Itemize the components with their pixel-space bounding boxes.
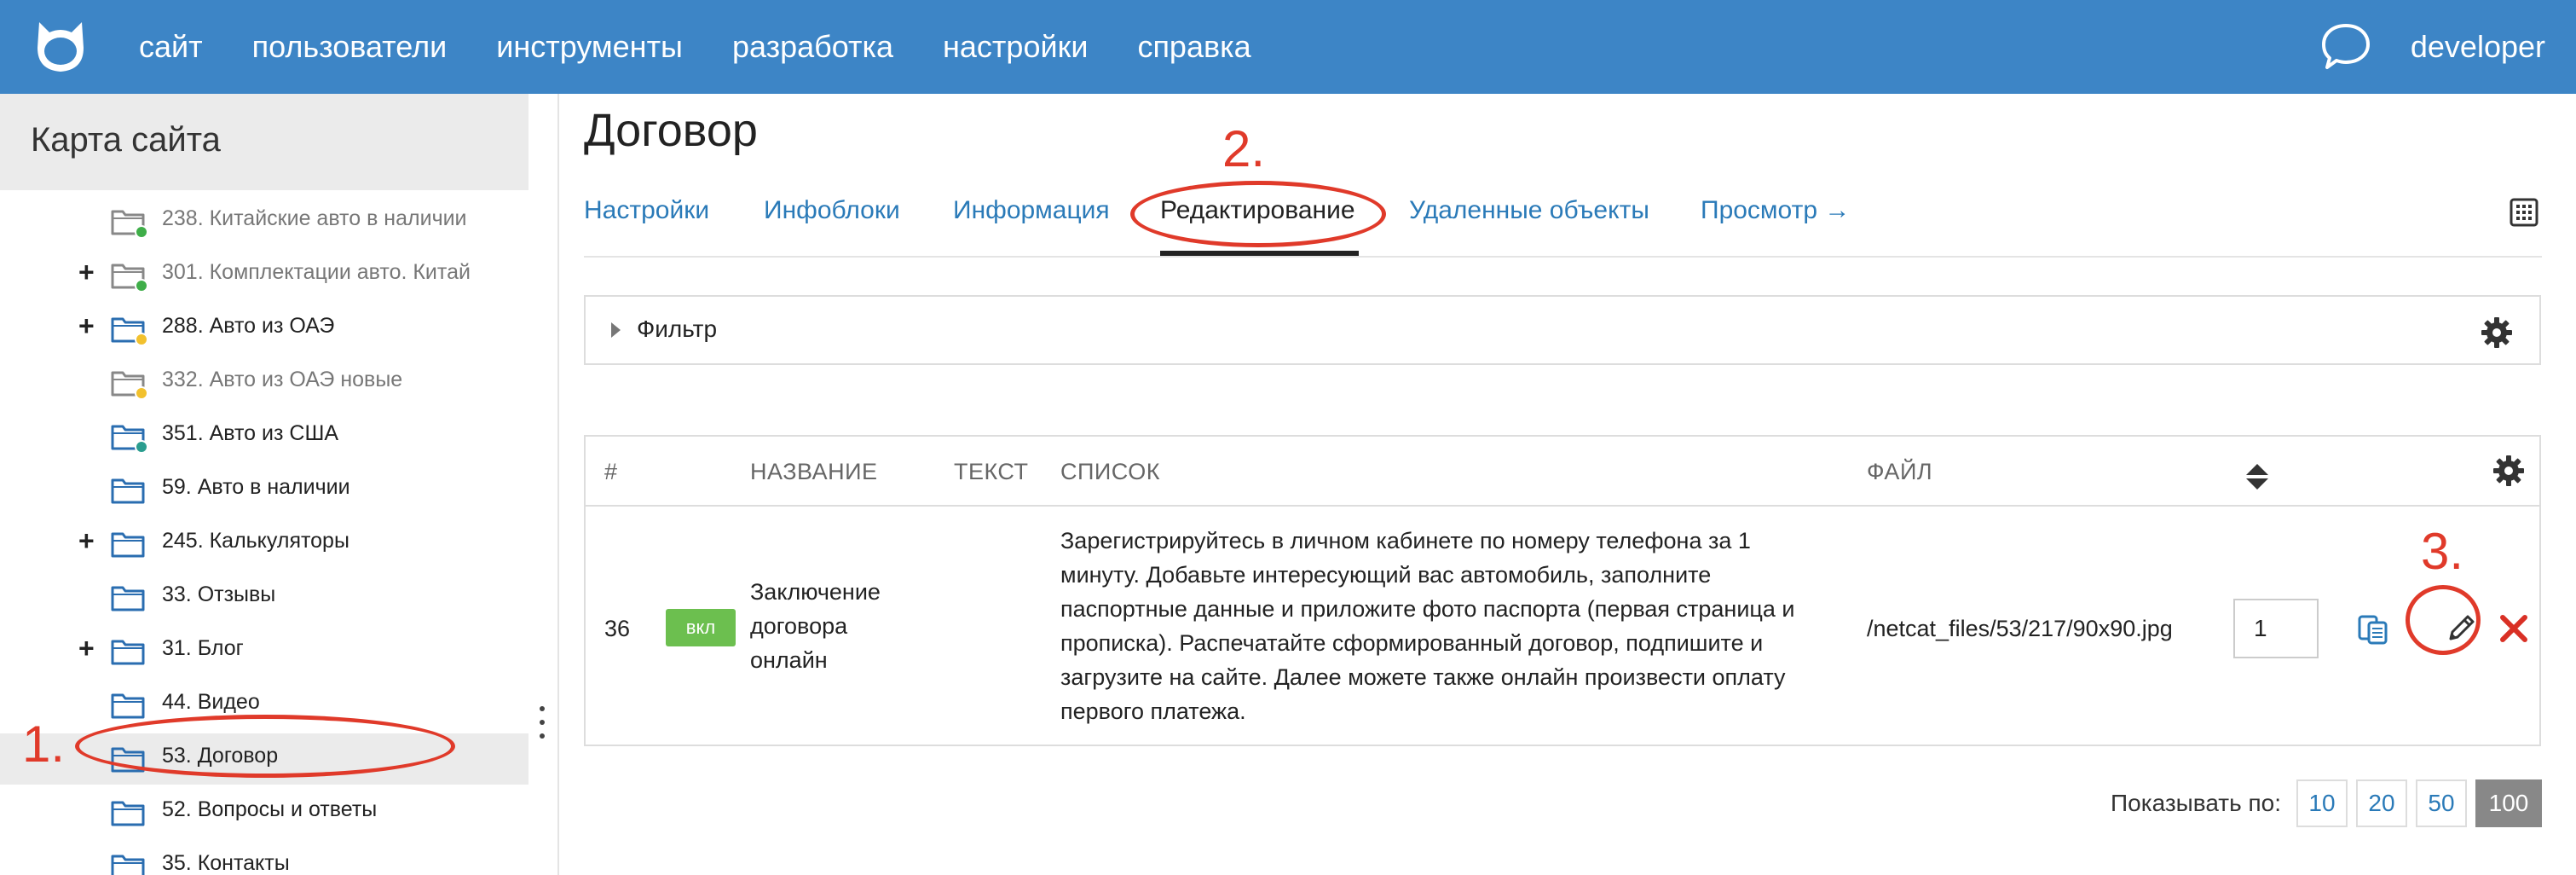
chat-bubble-icon[interactable] bbox=[2320, 22, 2371, 72]
expand-caret-icon[interactable] bbox=[611, 322, 621, 338]
sidebar-item-label: 301. Комплектации авто. Китай bbox=[162, 260, 471, 284]
main-menu: сайт пользователи инструменты разработка… bbox=[139, 0, 1301, 94]
expand-plus-icon[interactable]: + bbox=[78, 633, 95, 664]
tab-deleted-objects[interactable]: Удаленные объекты bbox=[1409, 196, 1649, 225]
sidebar-item-label: 238. Китайские авто в наличии bbox=[162, 206, 467, 230]
page-size-50[interactable]: 50 bbox=[2416, 779, 2467, 827]
page-title: Договор bbox=[584, 105, 758, 156]
menu-settings[interactable]: настройки bbox=[943, 29, 1088, 65]
column-text: ТЕКСТ bbox=[954, 459, 1029, 484]
folder-icon bbox=[111, 638, 145, 665]
sidebar-item[interactable]: +31. Блог bbox=[0, 626, 528, 677]
sidebar-item-label: 44. Видео bbox=[162, 690, 260, 714]
sidebar-item-label: 35. Контакты bbox=[162, 851, 290, 875]
sidebar-item[interactable]: 332. Авто из ОАЭ новые bbox=[0, 357, 528, 409]
menu-users[interactable]: пользователи bbox=[252, 29, 448, 65]
delete-icon[interactable] bbox=[2498, 613, 2529, 644]
page-size-100[interactable]: 100 bbox=[2475, 779, 2542, 827]
annotation-number-1: 1. bbox=[22, 716, 66, 773]
sidebar-item[interactable]: +301. Комплектации авто. Китай bbox=[0, 250, 528, 301]
sidebar-item[interactable]: 33. Отзывы bbox=[0, 572, 528, 623]
priority-input[interactable]: 1 bbox=[2233, 599, 2319, 658]
sidebar-item-label: 351. Авто из США bbox=[162, 421, 339, 445]
sidebar-item-label: 245. Калькуляторы bbox=[162, 529, 349, 553]
status-dot-icon bbox=[135, 440, 148, 454]
sidebar-item-label: 31. Блог bbox=[162, 636, 244, 660]
table-settings-gear-icon[interactable] bbox=[2492, 454, 2526, 488]
sidebar-item-label: 288. Авто из ОАЭ bbox=[162, 314, 335, 338]
sidebar-item-label: 332. Авто из ОАЭ новые bbox=[162, 368, 403, 391]
expand-plus-icon[interactable]: + bbox=[78, 257, 95, 288]
expand-plus-icon[interactable]: + bbox=[78, 310, 95, 342]
sidebar-item[interactable]: 238. Китайские авто в наличии bbox=[0, 196, 528, 247]
sidebar-divider bbox=[557, 94, 559, 875]
sidebar-item-label: 52. Вопросы и ответы bbox=[162, 797, 378, 821]
sort-icon[interactable] bbox=[2244, 462, 2270, 491]
annotation-ring-3 bbox=[2406, 585, 2481, 655]
status-dot-icon bbox=[135, 279, 148, 293]
menu-site[interactable]: сайт bbox=[139, 29, 203, 65]
sidebar-item[interactable]: 35. Контакты bbox=[0, 841, 528, 875]
tab-settings[interactable]: Настройки bbox=[584, 196, 709, 225]
status-dot-icon bbox=[135, 386, 148, 400]
enabled-badge[interactable]: вкл bbox=[666, 609, 736, 646]
sidebar-item-label: 59. Авто в наличии bbox=[162, 475, 350, 499]
row-list-text: Зарегистрируйтесь в личном кабинете по н… bbox=[1060, 528, 1795, 724]
sidebar-item[interactable]: 351. Авто из США bbox=[0, 411, 528, 462]
row-id: 36 bbox=[604, 616, 631, 641]
annotation-number-2: 2. bbox=[1222, 120, 1266, 177]
annotation-ring-2 bbox=[1130, 181, 1386, 247]
filter-toggle[interactable]: Фильтр bbox=[637, 316, 717, 343]
sidebar-item[interactable]: 52. Вопросы и ответы bbox=[0, 787, 528, 838]
netcat-logo-icon[interactable] bbox=[31, 17, 90, 77]
column-number: # bbox=[604, 459, 618, 484]
filter-panel[interactable]: Фильтр bbox=[584, 295, 2541, 365]
objects-table: # НАЗВАНИЕ ТЕКСТ СПИСОК ФАЙЛ 36 вкл Закл… bbox=[584, 435, 2541, 746]
column-file: ФАЙЛ bbox=[1867, 459, 1933, 484]
status-dot-icon bbox=[135, 225, 148, 239]
current-user[interactable]: developer bbox=[2411, 0, 2545, 94]
page-size-label: Показывать по: bbox=[2111, 790, 2282, 816]
folder-icon bbox=[111, 853, 145, 875]
sidebar-resizer[interactable] bbox=[528, 94, 559, 875]
resize-handle-icon[interactable] bbox=[540, 706, 546, 747]
tabs-divider bbox=[584, 256, 2542, 258]
annotation-number-3: 3. bbox=[2421, 523, 2464, 580]
sidebar-title: Карта сайта bbox=[0, 94, 528, 190]
folder-icon bbox=[111, 477, 145, 504]
tab-preview[interactable]: Просмотр → bbox=[1701, 196, 1850, 225]
menu-help[interactable]: справка bbox=[1137, 29, 1250, 65]
row-file-path[interactable]: /netcat_files/53/217/90x90.jpg bbox=[1867, 611, 2173, 646]
menu-development[interactable]: разработка bbox=[732, 29, 893, 65]
status-dot-icon bbox=[135, 333, 148, 346]
table-header: # НАЗВАНИЕ ТЕКСТ СПИСОК ФАЙЛ bbox=[586, 437, 2539, 507]
sidebar-item-label: 33. Отзывы bbox=[162, 582, 276, 606]
view-mode-icon[interactable] bbox=[2510, 198, 2538, 227]
folder-icon bbox=[111, 530, 145, 558]
sidebar-item[interactable]: +245. Калькуляторы bbox=[0, 519, 528, 570]
expand-plus-icon[interactable]: + bbox=[78, 525, 95, 557]
sidebar-item[interactable]: +288. Авто из ОАЭ bbox=[0, 304, 528, 355]
folder-icon bbox=[111, 584, 145, 611]
tab-information[interactable]: Информация bbox=[953, 196, 1110, 225]
column-list: СПИСОК bbox=[1060, 459, 1160, 484]
folder-icon bbox=[111, 692, 145, 719]
folder-icon bbox=[111, 799, 145, 826]
filter-settings-gear-icon[interactable] bbox=[2480, 316, 2514, 350]
page-size-20[interactable]: 20 bbox=[2356, 779, 2407, 827]
column-name: НАЗВАНИЕ bbox=[750, 459, 878, 484]
top-navigation-bar: сайт пользователи инструменты разработка… bbox=[0, 0, 2576, 94]
row-name[interactable]: Заключение договора онлайн bbox=[750, 575, 881, 677]
sidebar-item[interactable]: 59. Авто в наличии bbox=[0, 465, 528, 516]
page-size-10[interactable]: 10 bbox=[2296, 779, 2348, 827]
menu-tools[interactable]: инструменты bbox=[496, 29, 683, 65]
tab-infoblocks[interactable]: Инфоблоки bbox=[764, 196, 900, 225]
annotation-ring-1 bbox=[75, 715, 455, 778]
copy-icon[interactable] bbox=[2356, 611, 2390, 646]
